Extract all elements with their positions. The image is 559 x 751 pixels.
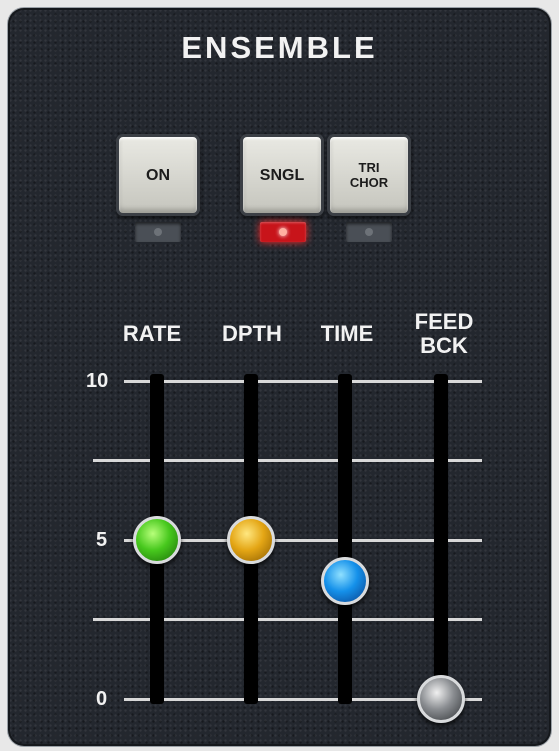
feedback-track xyxy=(434,374,448,704)
depth-slider-knob[interactable] xyxy=(227,516,275,564)
scale-mid-label: 5 xyxy=(96,529,108,551)
rate-slider-knob[interactable] xyxy=(133,516,181,564)
on-button-label: ON xyxy=(146,166,170,184)
tri-chorus-label-line2: CHOR xyxy=(349,175,389,190)
gridline-10 xyxy=(142,380,482,383)
time-label: TIME xyxy=(320,321,374,346)
rate-label: RATE xyxy=(122,321,182,346)
feedback-label: FEED BCK xyxy=(396,310,492,358)
scale-tick-10 xyxy=(124,380,142,383)
on-button[interactable]: ON xyxy=(116,134,200,216)
panel-title: ENSEMBLE xyxy=(181,30,378,65)
scale-tick-0 xyxy=(124,698,142,701)
scale-min-label: 0 xyxy=(96,688,108,710)
time-slider-knob[interactable] xyxy=(321,557,369,606)
tri-chorus-led xyxy=(346,222,392,242)
single-button-label: SNGL xyxy=(259,166,305,184)
on-led xyxy=(135,222,181,242)
tri-chorus-button-label: TRI CHOR xyxy=(350,160,388,190)
depth-label: DPTH xyxy=(222,321,282,346)
feedback-slider-knob[interactable] xyxy=(417,675,465,723)
feedback-label-line1: FEED xyxy=(414,309,474,334)
scale-max-label: 10 xyxy=(86,370,109,392)
single-led xyxy=(260,222,306,242)
tri-chorus-button[interactable]: TRI CHOR xyxy=(327,134,411,216)
feedback-label-line2: BCK xyxy=(420,333,468,358)
gridline-5 xyxy=(142,539,482,542)
single-button[interactable]: SNGL xyxy=(240,134,324,216)
time-track xyxy=(338,374,352,704)
tri-chorus-label-line1: TRI xyxy=(358,160,380,175)
